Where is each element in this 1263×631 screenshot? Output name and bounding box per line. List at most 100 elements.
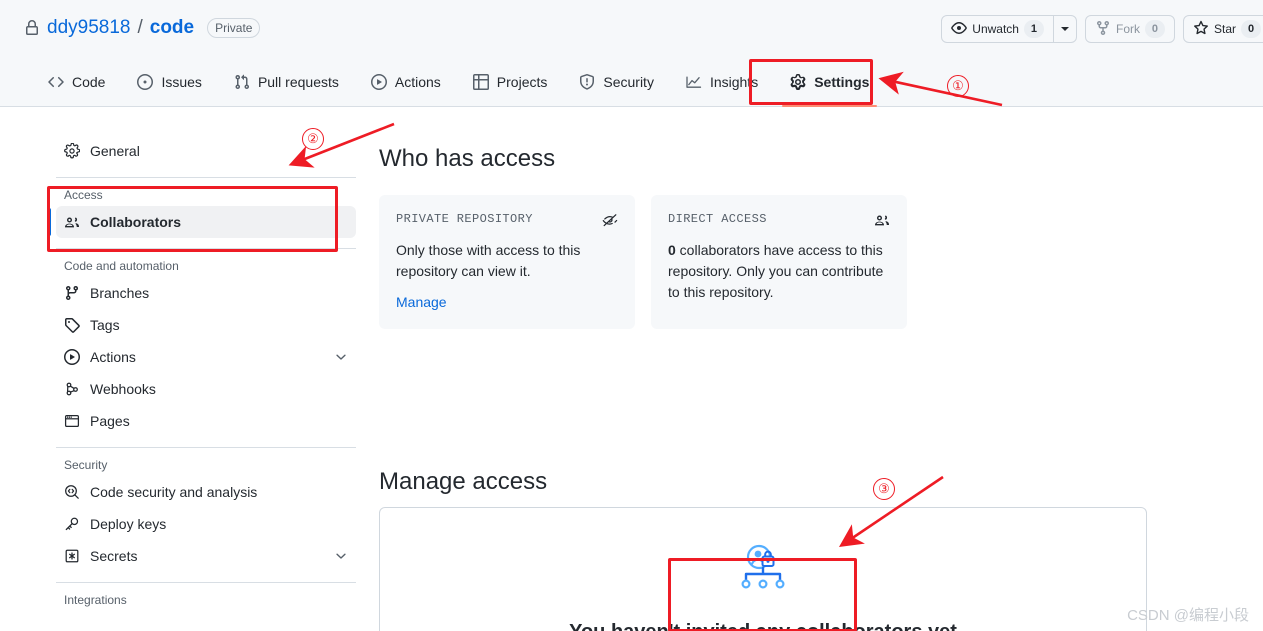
tab-settings[interactable]: Settings <box>774 58 885 107</box>
sidebar-item-code-security-and-analysis[interactable]: Code security and analysis <box>56 476 356 508</box>
sidebar-item-branches-label: Branches <box>90 285 150 301</box>
sidebar-group-integrations-title: Integrations <box>64 593 127 607</box>
codescan-icon <box>64 484 80 500</box>
sidebar-group-security-title: Security <box>64 458 108 472</box>
shield-icon <box>579 74 595 90</box>
sidebar-item-general[interactable]: General <box>56 135 356 167</box>
chevron-down-icon <box>1060 27 1069 31</box>
settings-main-content: Who has access PRIVATE REPOSITORY Only t… <box>379 107 1263 631</box>
direct-access-card-text: 0 collaborators have access to this repo… <box>668 240 890 303</box>
repo-name-link[interactable]: code <box>150 14 194 42</box>
person-lock-org-icon <box>735 544 791 599</box>
sidebar-group-code-automation-title: Code and automation <box>64 259 179 273</box>
watch-button-group[interactable]: Unwatch 1 <box>941 15 1077 43</box>
tab-code-label: Code <box>72 74 106 90</box>
secret-icon <box>64 548 80 564</box>
sidebar-item-branches[interactable]: Branches <box>56 277 356 309</box>
issue-opened-icon <box>137 74 154 90</box>
tab-settings-label: Settings <box>814 74 870 90</box>
csdn-watermark: CSDN @编程小段 <box>1127 607 1249 624</box>
sidebar-item-actions[interactable]: Actions <box>56 341 356 373</box>
repo-header: ddy95818 / code Private Unwatch 1 Fork 0… <box>0 0 1263 58</box>
manage-link[interactable]: Manage <box>396 294 447 310</box>
tab-issues[interactable]: Issues <box>121 58 217 106</box>
fork-count: 0 <box>1144 20 1165 38</box>
people-icon <box>874 212 890 228</box>
tab-projects[interactable]: Projects <box>457 58 564 106</box>
private-repository-card-header: PRIVATE REPOSITORY <box>396 212 618 228</box>
key-icon <box>64 516 80 532</box>
gear-icon <box>64 143 80 159</box>
sidebar-item-general-label: General <box>90 143 140 159</box>
watch-dropdown-button[interactable] <box>1052 16 1076 42</box>
page-body: General Access Collaborators Code and au… <box>0 107 1263 631</box>
gear-icon <box>790 74 806 90</box>
visibility-badge: Private <box>207 18 261 38</box>
repo-breadcrumb: ddy95818 / code Private <box>24 14 261 42</box>
sidebar-item-code-security-label: Code security and analysis <box>90 484 258 500</box>
tab-security[interactable]: Security <box>563 58 670 106</box>
tab-issues-label: Issues <box>161 74 202 90</box>
sidebar-item-collaborators[interactable]: Collaborators <box>47 206 356 238</box>
eye-closed-icon <box>602 212 618 228</box>
git-pull-request-icon <box>234 74 250 90</box>
tab-code[interactable]: Code <box>32 58 121 106</box>
sidebar-item-deploy-keys-label: Deploy keys <box>90 516 167 532</box>
sidebar-divider <box>56 248 356 249</box>
eye-icon <box>951 20 968 39</box>
play-icon <box>64 349 80 365</box>
tab-insights[interactable]: Insights <box>670 58 774 106</box>
code-icon <box>48 74 64 90</box>
sidebar-divider <box>56 177 356 178</box>
star-label: Star <box>1213 22 1236 36</box>
tab-projects-label: Projects <box>496 74 548 90</box>
unwatch-button[interactable]: Unwatch 1 <box>942 16 1053 42</box>
sidebar-item-secrets[interactable]: Secrets <box>56 540 356 572</box>
star-icon <box>1193 20 1209 39</box>
sidebar-divider <box>56 582 356 583</box>
manage-access-title: Manage access <box>379 468 548 495</box>
people-icon <box>64 214 80 230</box>
sidebar-item-actions-label: Actions <box>90 349 136 365</box>
private-repository-card: PRIVATE REPOSITORY Only those with acces… <box>379 195 635 329</box>
sidebar-divider <box>56 447 356 448</box>
chevron-down-icon[interactable] <box>334 350 348 364</box>
git-branch-icon <box>64 285 80 301</box>
sidebar-item-tags[interactable]: Tags <box>56 309 356 341</box>
sidebar-item-webhooks[interactable]: Webhooks <box>56 373 356 405</box>
star-count: 0 <box>1241 20 1261 38</box>
sidebar-item-collaborators-label: Collaborators <box>90 214 182 230</box>
settings-sidebar: General Access Collaborators Code and au… <box>0 107 380 631</box>
webhook-icon <box>64 381 80 397</box>
collaborator-count: 0 <box>668 242 676 258</box>
browser-icon <box>64 413 80 429</box>
tab-actions[interactable]: Actions <box>355 58 457 106</box>
tab-pull-requests[interactable]: Pull requests <box>218 58 355 106</box>
repo-owner-link[interactable]: ddy95818 <box>47 14 130 42</box>
star-button-group[interactable]: Star 0 <box>1182 15 1263 43</box>
sidebar-group-access-title: Access <box>64 188 103 202</box>
repo-nav-list: Code Issues Pull requests Actions Projec… <box>0 58 1263 107</box>
who-has-access-title: Who has access <box>379 145 556 172</box>
sidebar-item-tags-label: Tags <box>90 317 120 333</box>
star-button[interactable]: Star 0 <box>1184 16 1263 42</box>
fork-button[interactable]: Fork 0 <box>1086 16 1174 42</box>
repo-nav: Code Issues Pull requests Actions Projec… <box>0 58 1263 107</box>
watch-count: 1 <box>1023 20 1044 38</box>
tab-pull-requests-label: Pull requests <box>257 74 339 90</box>
lock-icon <box>24 20 40 36</box>
sidebar-item-deploy-keys[interactable]: Deploy keys <box>56 508 356 540</box>
tab-actions-label: Actions <box>394 74 441 90</box>
sidebar-item-pages-label: Pages <box>90 413 130 429</box>
graph-icon <box>686 74 702 90</box>
repo-actions: Unwatch 1 Fork 0 Star 0 <box>941 15 1263 43</box>
table-icon <box>472 74 489 90</box>
tab-insights-label: Insights <box>709 74 759 90</box>
chevron-down-icon[interactable] <box>334 549 348 563</box>
fork-button-group[interactable]: Fork 0 <box>1084 15 1175 43</box>
repo-forked-icon <box>1095 20 1111 39</box>
sidebar-item-pages[interactable]: Pages <box>56 405 356 437</box>
collaborators-blankslate: You haven't invited any collaborators ye… <box>379 507 1147 631</box>
fork-label: Fork <box>1115 22 1140 36</box>
unwatch-label: Unwatch <box>972 22 1019 36</box>
